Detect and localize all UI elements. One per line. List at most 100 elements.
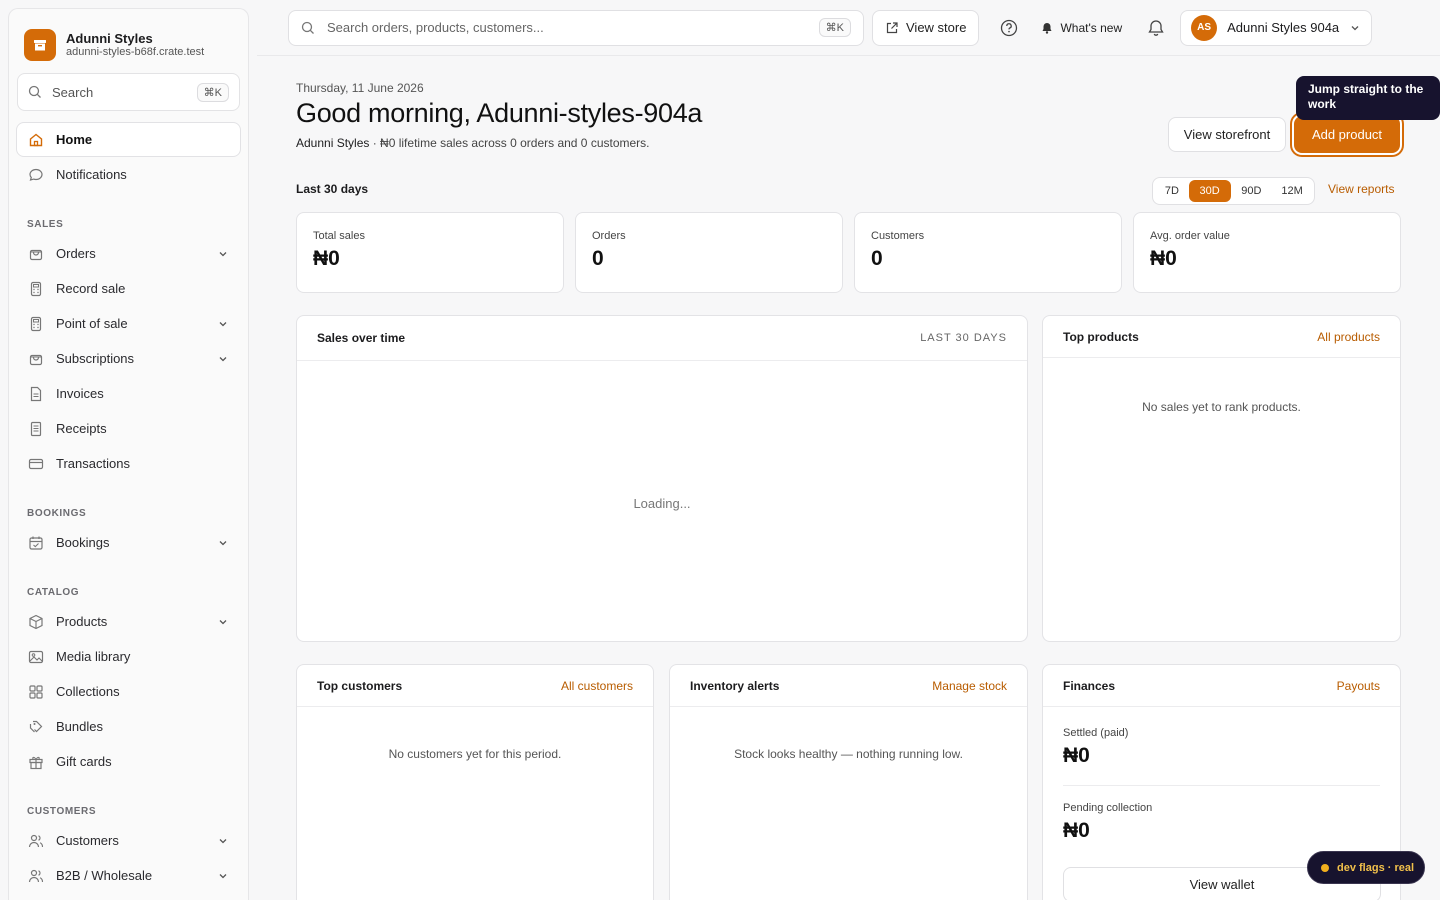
sidebar-item-transactions[interactable]: Transactions [16, 446, 241, 481]
pending-block: Pending collection ₦0 [1043, 802, 1400, 843]
search-icon [28, 85, 42, 99]
card-title: Sales over time [317, 331, 406, 345]
chevron-down-icon[interactable] [217, 318, 229, 330]
summary-store-name: Adunni Styles [296, 136, 370, 150]
bag-icon [28, 246, 44, 262]
view-storefront-button[interactable]: View storefront [1168, 117, 1286, 152]
add-product-button[interactable]: Add product [1294, 116, 1400, 153]
empty-state: No sales yet to rank products. [1142, 400, 1301, 414]
stat-value: 0 [871, 247, 883, 270]
pending-label: Pending collection [1063, 802, 1153, 814]
view-store-button[interactable]: View store [872, 9, 980, 46]
chevron-down-icon[interactable] [217, 537, 229, 549]
all-products-link[interactable]: All products [1317, 330, 1380, 344]
settled-value: ₦0 [1063, 744, 1090, 767]
sidebar-item-notifications[interactable]: Notifications [16, 157, 241, 192]
chart-loading: Loading... [633, 496, 691, 511]
empty-state: No customers yet for this period. [388, 747, 562, 761]
period-option-7d[interactable]: 7D [1155, 180, 1189, 202]
sidebar-item-label: Point of sale [56, 316, 128, 331]
image-icon [28, 649, 44, 665]
sidebar-section-bookings: BOOKINGS [27, 508, 87, 519]
brand[interactable]: Adunni Styles adunni-styles-b68f.crate.t… [9, 9, 248, 65]
sidebar-item-customers[interactable]: Customers [16, 823, 241, 858]
sidebar-search-label: Search [52, 84, 94, 100]
box-icon [28, 614, 44, 630]
document-icon [28, 386, 44, 402]
sidebar-item-bundles[interactable]: Bundles [16, 709, 241, 744]
account-menu[interactable]: AS Adunni Styles 904a [1180, 9, 1373, 46]
global-search-input[interactable]: Search orders, products, customers... ⌘K [288, 9, 864, 46]
period-option-12m[interactable]: 12M [1272, 180, 1312, 202]
card-title: Top products [1063, 329, 1139, 344]
sidebar-section-sales: SALES [27, 219, 64, 230]
bag-icon [28, 351, 44, 367]
stat-avg-order-value[interactable]: Avg. order value ₦0 [1133, 212, 1401, 293]
store-summary: Adunni Styles · ₦0 lifetime sales across… [296, 136, 650, 150]
sidebar-item-products[interactable]: Products [16, 604, 241, 639]
chevron-down-icon[interactable] [217, 616, 229, 628]
sidebar-item-home[interactable]: Home [16, 122, 241, 157]
brand-domain: adunni-styles-b68f.crate.test [66, 45, 205, 58]
sidebar-item-label: Collections [56, 684, 120, 699]
divider [1063, 785, 1380, 786]
brand-name: Adunni Styles [66, 30, 153, 46]
sidebar-item-media-library[interactable]: Media library [16, 639, 241, 674]
sidebar-item-label: Bookings [56, 535, 110, 550]
sidebar-item-point-of-sale[interactable]: Point of sale [16, 306, 241, 341]
help-icon[interactable] [999, 18, 1019, 38]
sidebar-item-gift-cards[interactable]: Gift cards [16, 744, 241, 779]
calculator-icon [28, 316, 44, 332]
current-date: Thursday, 11 June 2026 [296, 81, 424, 95]
sidebar-search-shortcut: ⌘K [196, 82, 229, 102]
view-store-label: View store [906, 20, 967, 35]
sidebar-item-orders[interactable]: Orders [16, 236, 241, 271]
top-products-card: Top products All products No sales yet t… [1042, 315, 1401, 642]
status-dot-icon [1321, 863, 1329, 872]
period-selector: 7D 30D 90D 12M [1152, 177, 1315, 205]
stat-orders[interactable]: Orders 0 [575, 212, 843, 293]
sidebar-item-label: Bundles [56, 719, 103, 734]
stat-label: Customers [871, 230, 925, 242]
sidebar-item-bookings[interactable]: Bookings [16, 525, 241, 560]
sidebar-item-receipts[interactable]: Receipts [16, 411, 241, 446]
whats-new-label: What's new [1060, 20, 1123, 35]
all-customers-link[interactable]: All customers [561, 679, 633, 693]
card-title: Finances [1063, 678, 1116, 693]
chevron-down-icon [1349, 22, 1361, 34]
chevron-down-icon[interactable] [217, 353, 229, 365]
sidebar-item-record-sale[interactable]: Record sale [16, 271, 241, 306]
whats-new-button[interactable]: What's new [1041, 21, 1122, 35]
period-option-90d[interactable]: 90D [1231, 180, 1273, 202]
sidebar-item-subscriptions[interactable]: Subscriptions [16, 341, 241, 376]
sidebar-item-label: B2B / Wholesale [56, 868, 153, 883]
payouts-link[interactable]: Payouts [1337, 679, 1380, 693]
chevron-down-icon[interactable] [217, 835, 229, 847]
sidebar-item-collections[interactable]: Collections [16, 674, 241, 709]
dev-flags-badge[interactable]: dev flags · real [1307, 851, 1425, 884]
stat-label: Orders [592, 230, 626, 242]
sidebar-item-label: Products [56, 614, 108, 629]
sidebar-item-label: Transactions [56, 456, 130, 471]
card-header: Top products All products [1043, 316, 1400, 358]
inventory-alerts-card: Inventory alerts Manage stock Stock look… [669, 664, 1028, 900]
period-option-30d[interactable]: 30D [1188, 180, 1231, 202]
sidebar-item-invoices[interactable]: Invoices [16, 376, 241, 411]
manage-stock-link[interactable]: Manage stock [932, 679, 1007, 693]
sidebar-search[interactable]: Search ⌘K [17, 73, 240, 111]
stat-total-sales[interactable]: Total sales ₦0 [296, 212, 564, 293]
stat-customers[interactable]: Customers 0 [854, 212, 1122, 293]
chevron-down-icon[interactable] [217, 248, 229, 260]
sidebar-item-b2b-wholesale[interactable]: B2B / Wholesale [16, 858, 241, 893]
topbar: Search orders, products, customers... ⌘K… [257, 0, 1440, 56]
view-reports-link[interactable]: View reports [1328, 182, 1394, 196]
sidebar-section-catalog: CATALOG [27, 587, 80, 598]
empty-state: Stock looks healthy — nothing running lo… [734, 747, 963, 761]
users-icon [28, 868, 44, 884]
period-label: Last 30 days [296, 182, 369, 196]
chevron-down-icon[interactable] [217, 870, 229, 882]
sidebar-item-label: Notifications [56, 167, 127, 182]
notifications-bell-icon[interactable] [1146, 18, 1166, 38]
avatar: AS [1191, 14, 1218, 41]
sidebar-item-label: Record sale [56, 281, 126, 296]
